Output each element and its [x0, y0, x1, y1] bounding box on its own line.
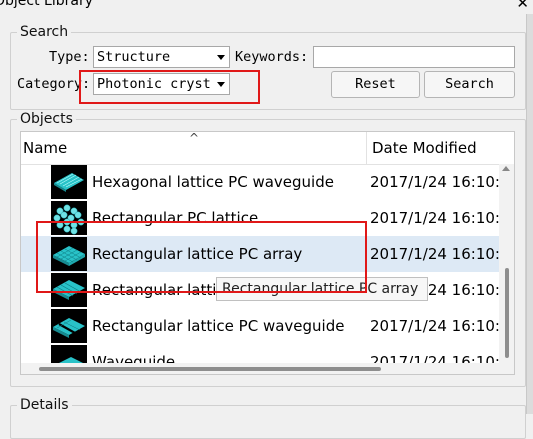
objects-legend: Objects	[20, 111, 73, 127]
object-date: 2017/1/24 16:10:	[370, 173, 500, 191]
object-date: 2017/1/24 16:10:	[370, 317, 500, 335]
hex-waveguide-thumb-icon	[51, 165, 87, 199]
keywords-label: Keywords:	[235, 49, 309, 65]
keywords-input[interactable]	[313, 46, 515, 68]
close-icon[interactable]: ✕	[516, 0, 529, 12]
column-header-name[interactable]: Name	[23, 139, 67, 157]
type-label: Type:	[49, 49, 90, 65]
window-edge	[526, 14, 533, 414]
object-name: Hexagonal lattice PC waveguide	[92, 173, 334, 191]
search-legend: Search	[20, 24, 69, 40]
column-header-date[interactable]: Date Modified	[372, 139, 477, 157]
list-header: ^ Name Date Modified	[21, 132, 499, 165]
object-name: Rectangular lattice PC waveguide	[92, 317, 345, 335]
horizontal-scroll-thumb[interactable]	[39, 367, 381, 371]
window-title: Object Library	[0, 0, 93, 9]
rect-waveguide-thumb-icon	[51, 309, 87, 343]
vertical-scroll-thumb[interactable]	[505, 268, 509, 358]
details-group: Details	[10, 397, 526, 439]
object-date: 2017/1/24 16:10:	[370, 245, 500, 263]
chevron-down-icon	[217, 55, 225, 60]
list-item[interactable]: Hexagonal lattice PC waveguide 2017/1/24…	[21, 164, 500, 200]
vertical-scrollbar[interactable]	[499, 164, 514, 374]
search-button[interactable]: Search	[424, 71, 515, 98]
horizontal-scrollbar[interactable]	[21, 363, 499, 374]
list-item[interactable]: Rectangular lattice PC waveguide 2017/1/…	[21, 308, 500, 344]
reset-button[interactable]: Reset	[331, 71, 420, 98]
object-date: 2017/1/24 16:10:	[370, 209, 500, 227]
sort-ascending-icon[interactable]: ^	[189, 132, 199, 145]
type-value: Structure	[97, 49, 171, 65]
scroll-up-icon[interactable]	[502, 166, 510, 171]
row-highlight-box	[36, 221, 367, 293]
type-dropdown[interactable]: Structure	[93, 46, 230, 68]
details-legend: Details	[20, 397, 69, 413]
category-highlight-box	[79, 70, 260, 104]
column-divider[interactable]	[366, 132, 367, 164]
title-bar: Object Library ✕	[0, 0, 533, 14]
